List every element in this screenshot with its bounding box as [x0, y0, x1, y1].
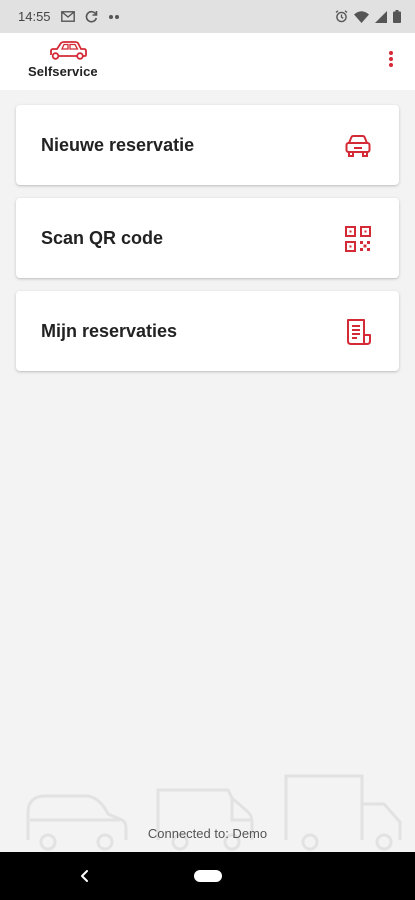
wifi-icon	[354, 10, 369, 23]
battery-icon	[393, 10, 401, 23]
more-vert-icon	[388, 50, 394, 73]
qr-code-icon	[343, 224, 373, 254]
navigation-bar	[0, 852, 415, 900]
home-pill-button[interactable]	[194, 870, 222, 882]
status-bar: 14:55	[0, 0, 415, 33]
car-icon	[343, 131, 373, 161]
app-logo-text: Selfservice	[28, 64, 98, 79]
status-time: 14:55	[18, 9, 51, 24]
new-reservation-button[interactable]: Nieuwe reservatie	[16, 105, 399, 185]
sync-icon	[85, 10, 98, 23]
app-bar: Selfservice	[0, 33, 415, 90]
scan-qr-button[interactable]: Scan QR code	[16, 198, 399, 278]
my-reservations-label: Mijn reservaties	[41, 321, 178, 341]
overflow-menu-button[interactable]	[379, 47, 403, 75]
my-reservations-button[interactable]: Mijn reservaties	[16, 291, 399, 371]
signal-icon	[375, 10, 387, 23]
connection-status: Connected to: Demo	[147, 826, 268, 841]
alarm-icon	[335, 10, 348, 23]
back-icon[interactable]	[77, 868, 93, 884]
scan-qr-label: Scan QR code	[41, 228, 164, 248]
document-icon	[343, 317, 373, 347]
new-reservation-label: Nieuwe reservatie	[41, 135, 195, 155]
app-logo: Selfservice	[28, 41, 110, 85]
gmail-icon	[60, 11, 75, 22]
more-notifications-icon	[108, 14, 120, 20]
